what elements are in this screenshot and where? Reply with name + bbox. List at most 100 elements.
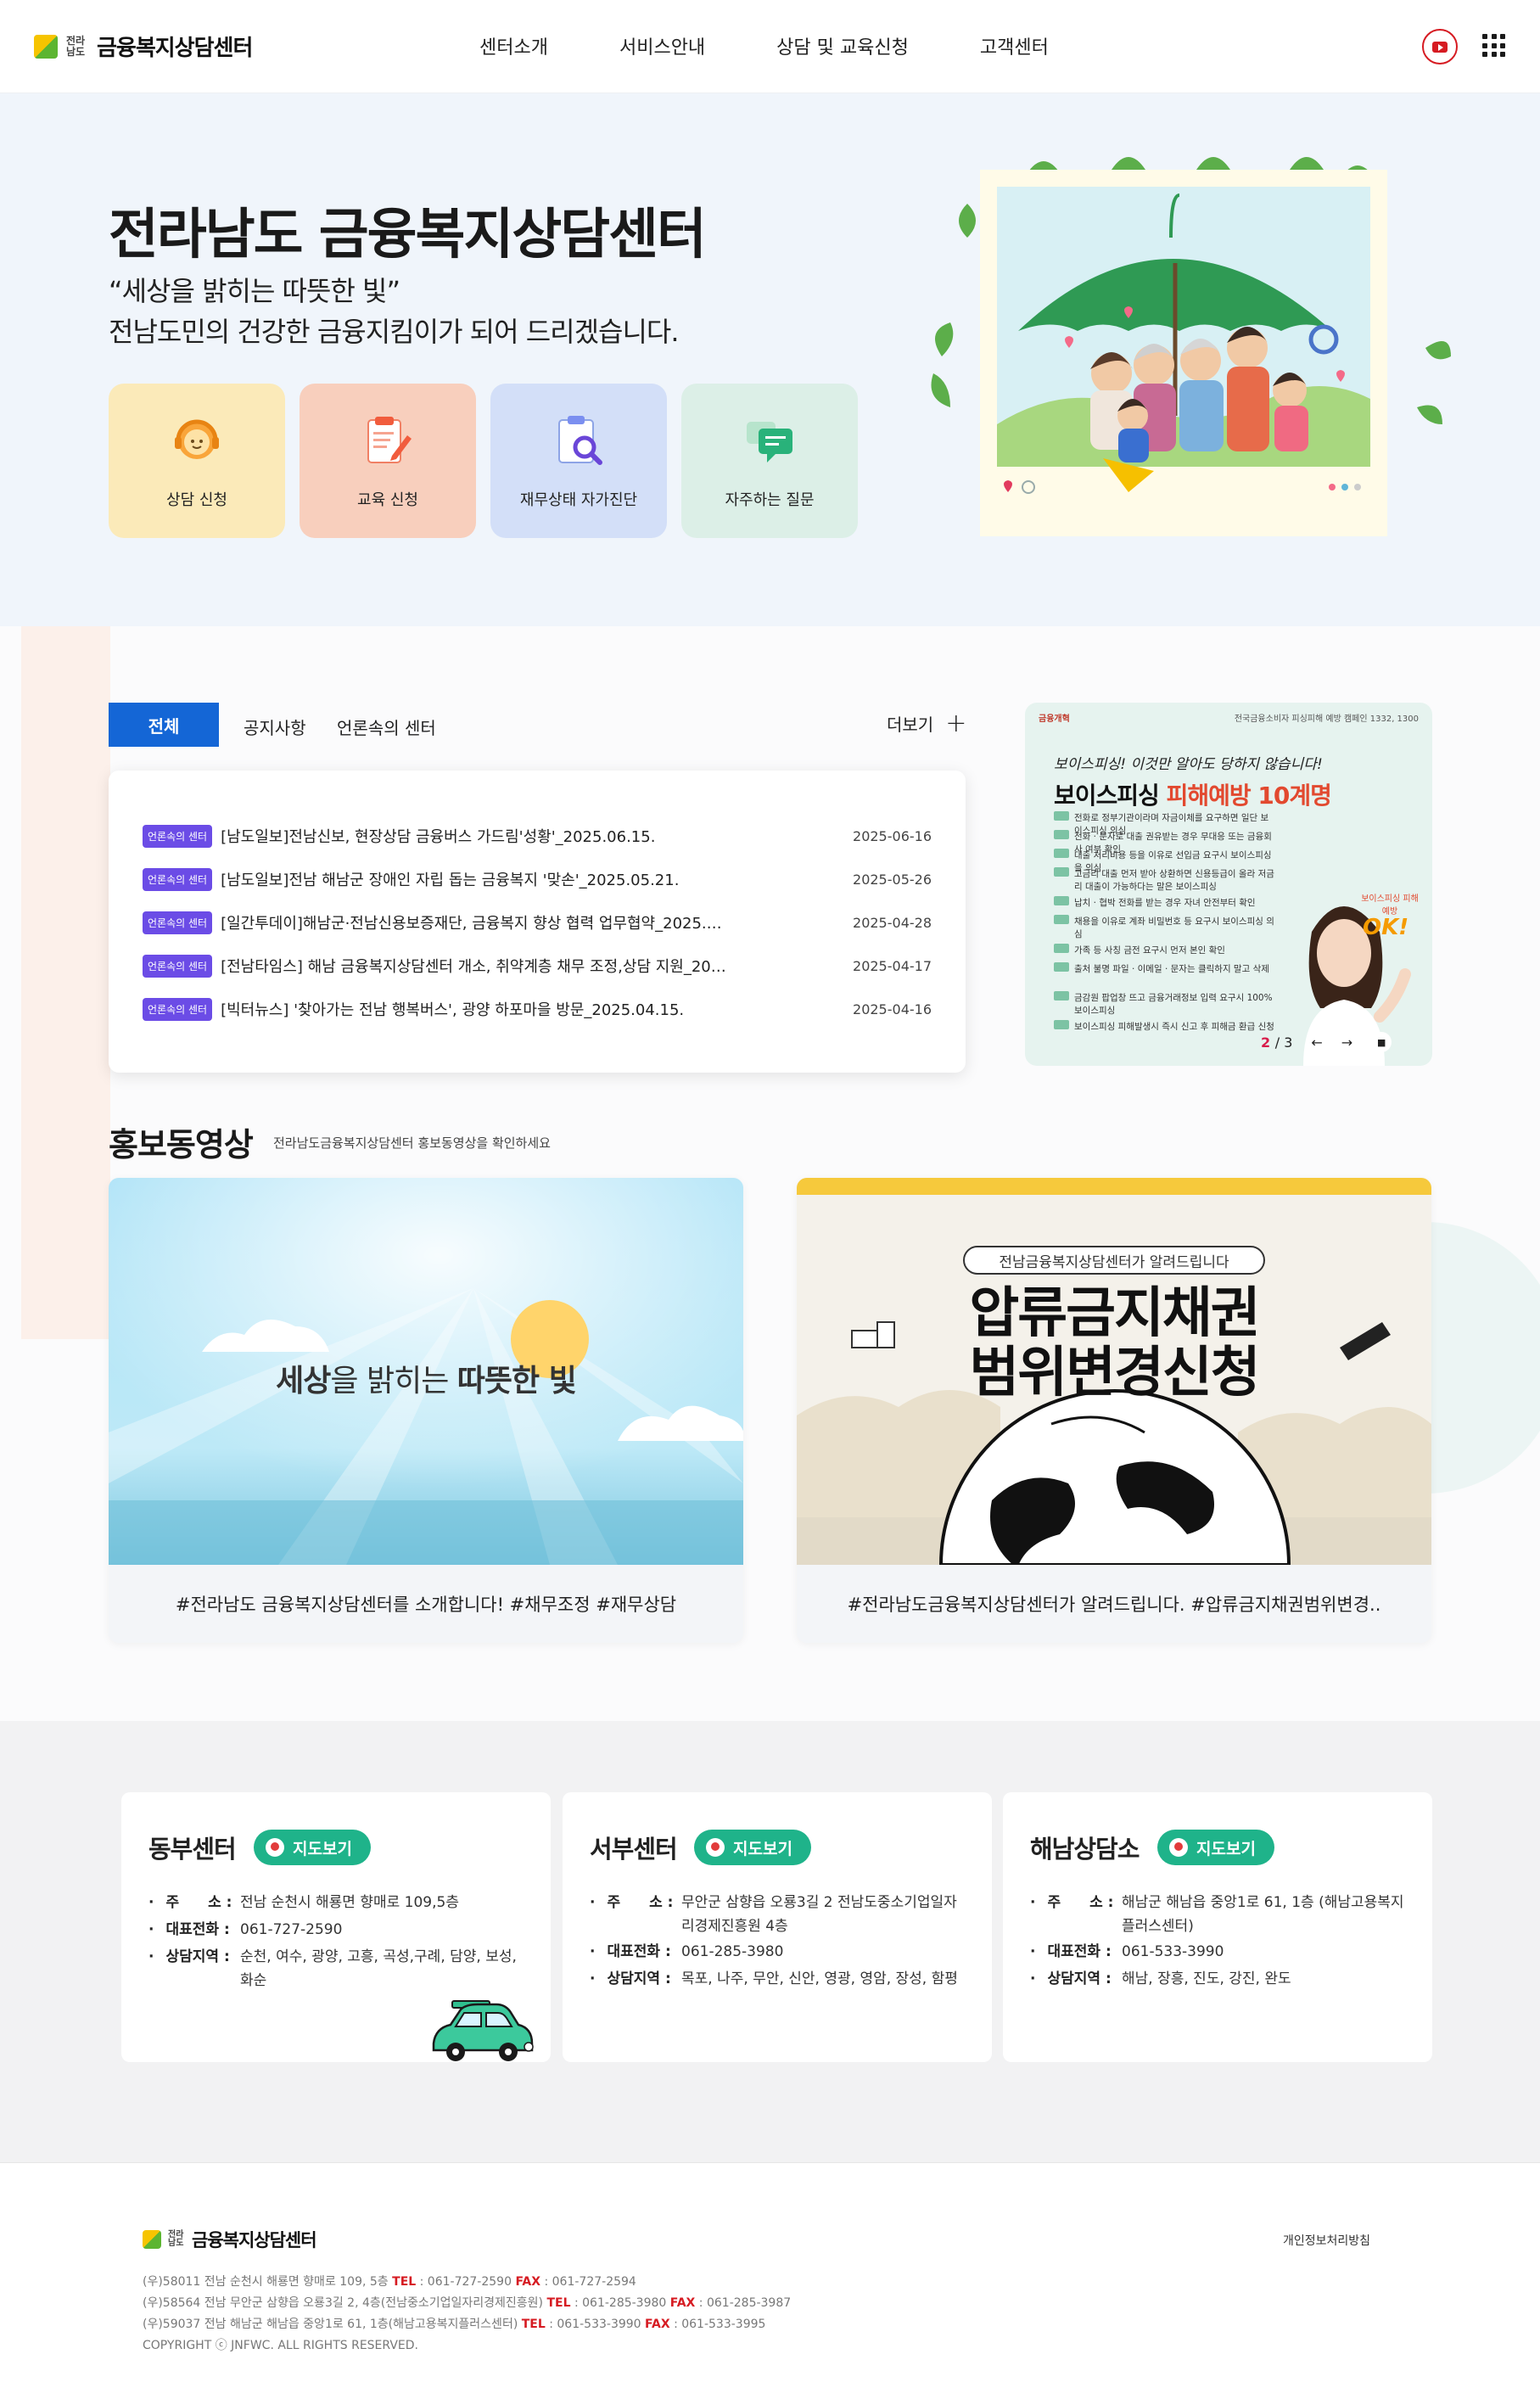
next-arrow-icon[interactable]: → <box>1341 1034 1352 1051</box>
logo-name: 금융복지상담센터 <box>192 2230 317 2250</box>
quick-button-self-check[interactable]: 재무상태 자가진단 <box>490 384 667 538</box>
center-name: 동부센터 <box>148 1835 237 1864</box>
quick-button-label: 상담 신청 <box>166 491 227 509</box>
logo-region-text: 전라남도 <box>168 2230 184 2248</box>
news-date: 2025-06-16 <box>853 827 932 844</box>
hero-title: 전라남도 금융복지상담센터 <box>109 204 707 266</box>
nav-item-support[interactable]: 고객센터 <box>980 32 1049 59</box>
news-date: 2025-04-16 <box>853 1001 932 1017</box>
banner-controls: 2 / 3 ← → ■ <box>1261 1032 1392 1052</box>
grid-menu-icon[interactable] <box>1482 34 1506 58</box>
banner-pagination: 2 / 3 <box>1261 1034 1293 1051</box>
banner-rule: 고금리 대출 먼저 받아 상환하면 신용등급이 올라 저금리 대출이 가능하다는… <box>1054 867 1274 893</box>
nav-item-services[interactable]: 서비스안내 <box>619 32 705 59</box>
center-address: 주 소 :해남군 해남읍 중앙1로 61, 1층 (해남고용복지플러스센터) <box>1030 1891 1410 1938</box>
video-caption[interactable]: #전라남도금융복지상담센터가 알려드립니다. #압류금지채권범위변경.. <box>797 1565 1431 1643</box>
tab-notice[interactable]: 공지사항 <box>244 715 306 739</box>
counselor-icon <box>175 419 219 459</box>
center-phone: 대표전화 :061-727-2590 <box>148 1918 529 1942</box>
center-address: 주 소 :전남 순천시 해룡면 향매로 109,5층 <box>148 1891 529 1914</box>
news-title[interactable]: [빅터뉴스] '찾아가는 전남 행복버스', 광양 하포마을 방문_2025.0… <box>221 998 730 1020</box>
banner-ok-text: OK! <box>1363 915 1409 940</box>
center-card-west: 서부센터 지도보기 주 소 :무안군 삼향읍 오룡3길 2 전남도중소기업일자리… <box>563 1792 992 2062</box>
banner-rule: 보이스피싱 피해발생시 즉시 신고 후 피해금 환급 신청 <box>1054 1020 1274 1033</box>
hero-slogan: “세상을 밝히는 따뜻한 빛” <box>109 275 400 307</box>
center-phone: 대표전화 :061-533-3990 <box>1030 1940 1410 1964</box>
list-item[interactable]: 언론속의 센터 [남도일보]전남신보, 현장상담 금융버스 가드림'성황'_20… <box>143 823 932 849</box>
news-title[interactable]: [남도일보]전남신보, 현장상담 금융버스 가드림'성황'_2025.06.15… <box>221 825 730 847</box>
quick-button-education[interactable]: 교육 신청 <box>300 384 476 538</box>
news-date: 2025-04-17 <box>853 957 932 974</box>
quick-button-label: 자주하는 질문 <box>725 491 815 509</box>
main-nav: 센터소개 서비스안내 상담 및 교육신청 고객센터 <box>479 32 1049 59</box>
banner-title-b: 피해예방 10계명 <box>1166 782 1332 810</box>
category-badge: 언론속의 센터 <box>143 824 213 848</box>
map-button[interactable]: 지도보기 <box>1157 1830 1274 1865</box>
center-region: 상담지역 :순천, 여수, 광양, 고흥, 곡성,구례, 담양, 보성, 화순 <box>148 1945 529 1993</box>
video-card[interactable]: 세상을 밝히는 따뜻한 빛 #전라남도 금융복지상담센터를 소개합니다! #채무… <box>109 1178 743 1643</box>
footer-address-line: (우)58011 전남 순천시 해룡면 향매로 109, 5층 TEL : 06… <box>143 2275 636 2289</box>
tab-press[interactable]: 언론속의 센터 <box>337 715 436 739</box>
footer-address-line: (우)58564 전남 무안군 삼향읍 오룡3길 2, 4층(전남중소기업일자리… <box>143 2296 792 2310</box>
category-badge: 언론속의 센터 <box>143 867 213 891</box>
clipboard-search-icon <box>558 416 602 465</box>
more-label: 더보기 <box>887 715 934 735</box>
logo-region-text: 전라남도 <box>66 34 86 58</box>
banner-rule: 금감원 팝업창 뜨고 금융거래정보 입력 요구시 100% 보이스피싱 <box>1054 991 1274 1017</box>
hero-description: 전남도민의 건강한 금융지킴이가 되어 드리겠습니다. <box>109 316 680 348</box>
youtube-icon[interactable] <box>1422 29 1458 64</box>
car-illustration <box>432 2000 534 2061</box>
quick-button-faq[interactable]: 자주하는 질문 <box>681 384 858 538</box>
logo-mark-icon <box>34 34 58 59</box>
center-phone: 대표전화 :061-285-3980 <box>590 1940 970 1964</box>
news-title[interactable]: [일간투데이]해남군·전남신용보증재단, 금융복지 향상 협력 업무협약_202… <box>221 911 730 933</box>
news-date: 2025-04-28 <box>853 914 932 931</box>
banner-rule: 출처 불명 파일 · 이메일 · 문자는 클릭하지 말고 삭제 <box>1054 962 1274 975</box>
site-logo[interactable]: 전라남도 금융복지상담센터 <box>34 31 253 62</box>
footer-logo[interactable]: 전라남도 금융복지상담센터 <box>143 2227 317 2252</box>
banner-rule: 납치 · 협박 전화를 받는 경우 자녀 안전부터 확인 <box>1054 896 1274 909</box>
quick-button-label: 재무상태 자가진단 <box>519 491 638 509</box>
list-item[interactable]: 언론속의 센터 [일간투데이]해남군·전남신용보증재단, 금융복지 향상 협력 … <box>143 910 932 935</box>
map-pin-icon <box>266 1838 284 1857</box>
nav-item-apply[interactable]: 상담 및 교육신청 <box>776 32 909 59</box>
tab-all[interactable]: 전체 <box>109 703 219 747</box>
map-button[interactable]: 지도보기 <box>254 1830 371 1865</box>
list-item[interactable]: 언론속의 센터 [남도일보]전남 해남군 장애인 자립 돕는 금융복지 '맞손'… <box>143 866 932 892</box>
chat-icon <box>747 422 792 462</box>
news-title[interactable]: [남도일보]전남 해남군 장애인 자립 돕는 금융복지 '맞손'_2025.05… <box>221 868 730 890</box>
video-thumbnail[interactable]: 전남금융복지상담센터가 알려드립니다 압류금지채권 범위변경신청 <box>797 1178 1431 1565</box>
video-thumbnail-headline: 압류금지채권 범위변경신청 <box>969 1282 1260 1404</box>
center-card-haenam: 해남상담소 지도보기 주 소 :해남군 해남읍 중앙1로 61, 1층 (해남고… <box>1003 1792 1432 2062</box>
more-link[interactable]: 더보기 + <box>887 708 967 738</box>
center-region: 상담지역 :해남, 장흥, 진도, 강진, 완도 <box>1030 1967 1410 1991</box>
video-caption[interactable]: #전라남도 금융복지상담센터를 소개합니다! #채무조정 #재무상담 <box>109 1565 743 1643</box>
map-button[interactable]: 지도보기 <box>694 1830 811 1865</box>
banner-title: 보이스피싱 피해예방 10계명 <box>1054 777 1332 811</box>
news-list: 언론속의 센터 [남도일보]전남신보, 현장상담 금융버스 가드림'성황'_20… <box>109 771 966 1073</box>
site-header: 전라남도 금융복지상담센터 센터소개 서비스안내 상담 및 교육신청 고객센터 <box>0 0 1540 93</box>
banner-rule: 채용을 이유로 계좌 비밀번호 등 요구시 보이스피싱 의심 <box>1054 915 1274 940</box>
quick-button-counsel[interactable]: 상담 신청 <box>109 384 285 538</box>
footer-address-line: (우)59037 전남 해남군 해남읍 중앙1로 61, 1층(해남고용복지플러… <box>143 2318 766 2331</box>
news-title[interactable]: [전남타임스] 해남 금융복지상담센터 개소, 취약계층 채무 조정,상담 지원… <box>221 955 730 977</box>
promo-banner[interactable]: 금융개혁 전국금융소비자 피싱피해 예방 캠페인 1332, 1300 보이스피… <box>1025 703 1432 1066</box>
quick-button-label: 교육 신청 <box>357 491 418 509</box>
privacy-policy-link[interactable]: 개인정보처리방침 <box>1283 2232 1370 2249</box>
stop-icon[interactable]: ■ <box>1371 1032 1392 1052</box>
video-card[interactable]: 전남금융복지상담센터가 알려드립니다 압류금지채권 범위변경신청 #전라남도금융… <box>797 1178 1431 1643</box>
category-badge: 언론속의 센터 <box>143 911 213 934</box>
banner-rule: 가족 등 사칭 금전 요구시 먼저 본인 확인 <box>1054 944 1274 956</box>
category-badge: 언론속의 센터 <box>143 954 213 978</box>
list-item[interactable]: 언론속의 센터 [전남타임스] 해남 금융복지상담센터 개소, 취약계층 채무 … <box>143 953 932 978</box>
plus-icon: + <box>945 708 967 738</box>
list-item[interactable]: 언론속의 센터 [빅터뉴스] '찾아가는 전남 행복버스', 광양 하포마을 방… <box>143 996 932 1022</box>
document-pen-icon <box>367 417 412 463</box>
nav-item-about[interactable]: 센터소개 <box>479 32 548 59</box>
footer-copyright: COPYRIGHT ⓒ JNFWC. ALL RIGHTS RESERVED. <box>143 2339 419 2352</box>
banner-side-label: 보이스피싱 피해예방 <box>1361 894 1419 916</box>
banner-top-bar: 금융개혁 전국금융소비자 피싱피해 예방 캠페인 1332, 1300 <box>1025 703 1432 731</box>
center-name: 해남상담소 <box>1030 1835 1140 1864</box>
video-thumbnail[interactable]: 세상을 밝히는 따뜻한 빛 <box>109 1178 743 1565</box>
prev-arrow-icon[interactable]: ← <box>1311 1034 1322 1051</box>
